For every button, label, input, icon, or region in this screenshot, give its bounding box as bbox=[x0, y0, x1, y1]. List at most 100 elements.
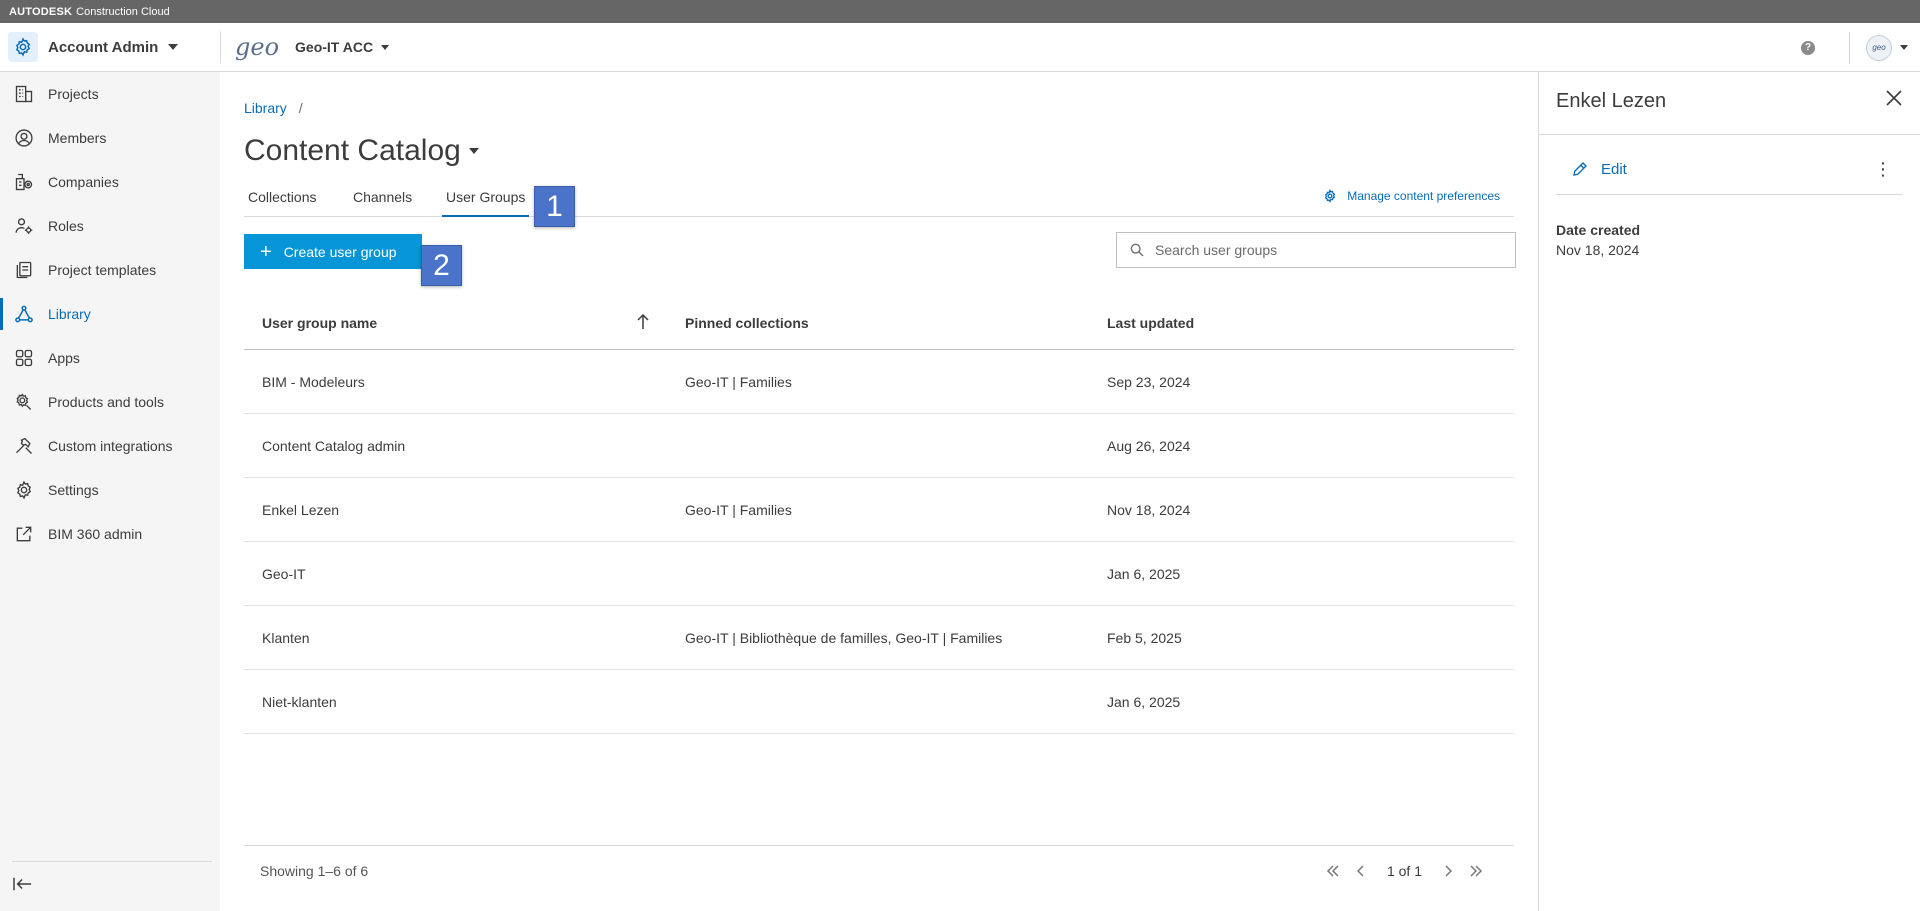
cell-updated: Nov 18, 2024 bbox=[1107, 501, 1191, 518]
sidebar-item-label: Members bbox=[48, 130, 107, 146]
sidebar-item-projects[interactable]: Projects bbox=[0, 72, 220, 116]
sidebar-item-roles[interactable]: Roles bbox=[0, 204, 220, 248]
gear-tools-icon bbox=[14, 392, 34, 412]
breadcrumb-library-link[interactable]: Library bbox=[244, 100, 287, 116]
next-page-icon[interactable] bbox=[1434, 864, 1462, 877]
cell-updated: Feb 5, 2025 bbox=[1107, 629, 1182, 646]
sidebar-item-project-templates[interactable]: Project templates bbox=[0, 248, 220, 292]
cell-pinned: Geo-IT | Bibliothèque de familles, Geo-I… bbox=[685, 629, 1003, 646]
table-row[interactable]: BIM - Modeleurs Geo-IT | Families Sep 23… bbox=[244, 350, 1514, 414]
sidebar-item-custom-integrations[interactable]: Custom integrations bbox=[0, 424, 220, 468]
chevron-down-icon bbox=[381, 44, 390, 50]
column-header-name[interactable]: User group name bbox=[262, 315, 377, 331]
cell-updated: Jan 6, 2025 bbox=[1107, 693, 1181, 710]
close-icon[interactable] bbox=[1886, 90, 1902, 111]
app-header: Account Admin geo Geo-IT ACC ? geo bbox=[0, 23, 1920, 72]
sidebar-item-bim-360-admin[interactable]: BIM 360 admin bbox=[0, 512, 220, 556]
sidebar-item-apps[interactable]: Apps bbox=[0, 336, 220, 380]
table-row[interactable]: Niet-klanten Jan 6, 2025 bbox=[244, 670, 1514, 734]
breadcrumb: Library / bbox=[244, 100, 303, 116]
table-row[interactable]: Klanten Geo-IT | Bibliothèque de famille… bbox=[244, 606, 1514, 670]
annotation-badge-1: 1 bbox=[534, 186, 575, 227]
cell-name: Enkel Lezen bbox=[262, 501, 340, 518]
main-content: Library / Content Catalog Collections Ch… bbox=[220, 72, 1538, 911]
showing-count: Showing 1–6 of 6 bbox=[260, 862, 369, 879]
search-input[interactable]: Search user groups bbox=[1116, 232, 1516, 268]
external-link-icon bbox=[14, 524, 34, 544]
sidebar-item-products-and-tools[interactable]: Products and tools bbox=[0, 380, 220, 424]
edit-button[interactable]: Edit bbox=[1571, 160, 1627, 178]
brand-name: AUTODESK bbox=[9, 5, 73, 18]
search-placeholder: Search user groups bbox=[1155, 242, 1278, 258]
page-title-dropdown[interactable]: Content Catalog bbox=[244, 134, 479, 168]
column-header-updated[interactable]: Last updated bbox=[1107, 315, 1194, 331]
create-user-group-button[interactable]: + Create user group bbox=[244, 234, 422, 269]
first-page-icon[interactable] bbox=[1319, 864, 1347, 877]
sidebar-item-label: Projects bbox=[48, 86, 99, 102]
account-title: Account Admin bbox=[48, 38, 159, 56]
project-switcher[interactable]: geo Geo-IT ACC bbox=[221, 35, 390, 59]
sidebar-collapse-button[interactable] bbox=[12, 861, 212, 911]
table-row[interactable]: Geo-IT Jan 6, 2025 bbox=[244, 542, 1514, 606]
sort-arrow-up-icon[interactable] bbox=[637, 313, 649, 333]
panel-divider bbox=[1539, 134, 1920, 135]
sidebar-item-label: Settings bbox=[48, 482, 99, 498]
account-gear-icon bbox=[8, 32, 38, 62]
edit-label: Edit bbox=[1601, 160, 1627, 178]
table-row[interactable]: Enkel Lezen Geo-IT | Families Nov 18, 20… bbox=[244, 478, 1514, 542]
sidebar-item-settings[interactable]: Settings bbox=[0, 468, 220, 512]
pagination: 1 of 1 bbox=[1319, 863, 1490, 879]
sidebar-item-library[interactable]: Library bbox=[0, 292, 220, 336]
panel-divider bbox=[1556, 194, 1903, 195]
pencil-icon bbox=[1573, 162, 1587, 176]
chevron-down-icon bbox=[168, 44, 179, 50]
tab-channels[interactable]: Channels bbox=[349, 185, 416, 217]
cell-updated: Jan 6, 2025 bbox=[1107, 565, 1181, 582]
user-circle-icon bbox=[14, 128, 34, 148]
more-options-icon[interactable]: ⋮ bbox=[1874, 160, 1892, 178]
sidebar-item-label: Library bbox=[48, 306, 91, 322]
user-gear-icon bbox=[14, 216, 34, 236]
tab-label: User Groups bbox=[446, 189, 526, 205]
tab-bar: Collections Channels User Groups Manage … bbox=[244, 185, 1514, 217]
cell-updated: Sep 23, 2024 bbox=[1107, 373, 1191, 390]
sidebar-item-companies[interactable]: Companies bbox=[0, 160, 220, 204]
sidebar: Projects Members Companies Roles Project… bbox=[0, 72, 220, 911]
tab-user-groups[interactable]: User Groups bbox=[442, 185, 530, 217]
top-brand-strip: AUTODESK Construction Cloud bbox=[0, 0, 1920, 23]
sidebar-item-members[interactable]: Members bbox=[0, 116, 220, 160]
page-indicator: 1 of 1 bbox=[1386, 862, 1422, 879]
sidebar-item-label: Companies bbox=[48, 174, 119, 190]
hammer-icon bbox=[14, 436, 34, 456]
panel-title: Enkel Lezen bbox=[1556, 90, 1667, 112]
tab-collections[interactable]: Collections bbox=[244, 185, 320, 217]
detail-panel: Enkel Lezen Edit ⋮ Date created Nov 18, … bbox=[1538, 72, 1920, 911]
gear-icon bbox=[1325, 189, 1336, 203]
user-menu[interactable]: geo bbox=[1849, 31, 1908, 64]
date-created-value: Nov 18, 2024 bbox=[1556, 242, 1640, 258]
search-icon bbox=[1130, 243, 1144, 257]
tab-label: Channels bbox=[353, 189, 413, 205]
breadcrumb-separator: / bbox=[298, 100, 303, 116]
create-button-label: Create user group bbox=[283, 243, 397, 260]
product-name: Construction Cloud bbox=[76, 5, 170, 18]
chevron-down-icon bbox=[468, 148, 479, 154]
manage-link-label: Manage content preferences bbox=[1347, 189, 1500, 203]
annotation-badge-2: 2 bbox=[421, 245, 462, 286]
help-icon[interactable]: ? bbox=[1801, 40, 1815, 55]
cell-name: BIM - Modeleurs bbox=[262, 373, 365, 390]
gear-icon bbox=[14, 480, 34, 500]
previous-page-icon[interactable] bbox=[1347, 864, 1375, 877]
last-page-icon[interactable] bbox=[1462, 864, 1490, 877]
sidebar-item-label: Apps bbox=[48, 350, 80, 366]
plus-icon: + bbox=[260, 240, 272, 263]
manage-content-preferences-link[interactable]: Manage content preferences bbox=[1323, 189, 1500, 203]
sidebar-item-label: Products and tools bbox=[48, 394, 164, 410]
sidebar-item-label: Project templates bbox=[48, 262, 157, 278]
building-icon bbox=[14, 84, 34, 104]
table-row[interactable]: Content Catalog admin Aug 26, 2024 bbox=[244, 414, 1514, 478]
sidebar-item-label: Roles bbox=[48, 218, 84, 234]
library-icon bbox=[14, 304, 34, 324]
column-header-pinned[interactable]: Pinned collections bbox=[685, 315, 809, 331]
account-switcher[interactable]: Account Admin bbox=[0, 23, 220, 72]
